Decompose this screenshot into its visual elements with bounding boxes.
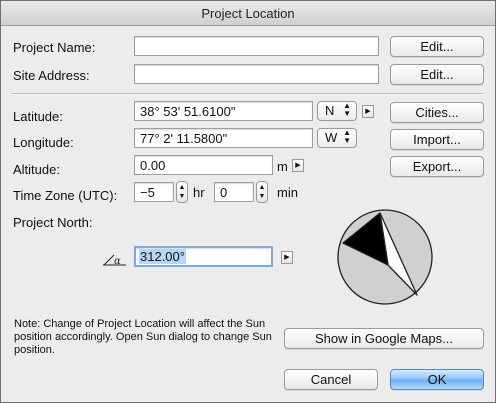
longitude-field[interactable]: 77° 2' 11.5800" xyxy=(134,128,313,148)
dialog-title: Project Location xyxy=(201,6,295,21)
project-north-label: Project North: xyxy=(13,215,93,230)
altitude-field[interactable]: 0.00 xyxy=(134,155,273,175)
time-zone-minutes-unit: min xyxy=(277,185,298,200)
site-address-field[interactable] xyxy=(134,64,379,84)
altitude-label: Altitude: xyxy=(13,162,60,177)
cities-button[interactable]: Cities... xyxy=(390,102,484,123)
time-zone-minutes-stepper[interactable]: ▲ ▼ xyxy=(256,181,268,203)
popup-arrows-icon: ▲ ▼ xyxy=(343,101,351,118)
title-bar[interactable]: Project Location xyxy=(1,1,495,26)
latitude-label: Latitude: xyxy=(13,109,63,124)
separator xyxy=(11,93,483,95)
site-address-label: Site Address: xyxy=(13,68,90,83)
project-name-edit-button[interactable]: Edit... xyxy=(390,36,484,57)
time-zone-hours-stepper[interactable]: ▲ ▼ xyxy=(176,181,188,203)
ok-button[interactable]: OK xyxy=(390,369,484,390)
time-zone-hours-field[interactable]: −5 xyxy=(134,182,174,202)
project-north-expand-icon[interactable]: ▶ xyxy=(281,251,293,264)
project-north-field[interactable]: 312.00° xyxy=(134,246,273,267)
project-north-value: 312.00° xyxy=(139,249,186,264)
altitude-expand-icon[interactable]: ▶ xyxy=(292,159,304,172)
import-button[interactable]: Import... xyxy=(390,129,484,150)
latitude-hemisphere-value: N xyxy=(325,103,335,118)
north-compass-icon[interactable] xyxy=(335,207,435,307)
latitude-expand-icon[interactable]: ▶ xyxy=(362,105,374,118)
site-address-edit-button[interactable]: Edit... xyxy=(390,64,484,85)
altitude-unit: m xyxy=(277,159,288,174)
project-name-field[interactable] xyxy=(134,36,379,56)
time-zone-label: Time Zone (UTC): xyxy=(13,188,118,203)
latitude-field[interactable]: 38° 53' 51.6100" xyxy=(134,101,313,121)
latitude-hemisphere-popup[interactable]: N ▲ ▼ xyxy=(317,101,357,121)
svg-text:α: α xyxy=(114,256,121,267)
location-note: Note: Change of Project Location will af… xyxy=(14,318,272,356)
longitude-hemisphere-popup[interactable]: W ▲ ▼ xyxy=(317,128,357,148)
project-location-dialog: Project Location Project Name: Edit... S… xyxy=(0,0,496,403)
longitude-label: Longitude: xyxy=(13,135,74,150)
popup-arrows-icon: ▲ ▼ xyxy=(343,128,351,145)
project-name-label: Project Name: xyxy=(13,40,96,55)
time-zone-hours-unit: hr xyxy=(193,185,205,200)
cancel-button[interactable]: Cancel xyxy=(284,369,378,390)
time-zone-minutes-field[interactable]: 0 xyxy=(214,182,254,202)
show-in-google-maps-button[interactable]: Show in Google Maps... xyxy=(284,328,484,349)
longitude-hemisphere-value: W xyxy=(325,130,338,145)
angle-alpha-icon: α xyxy=(102,253,128,267)
export-button[interactable]: Export... xyxy=(390,156,484,177)
